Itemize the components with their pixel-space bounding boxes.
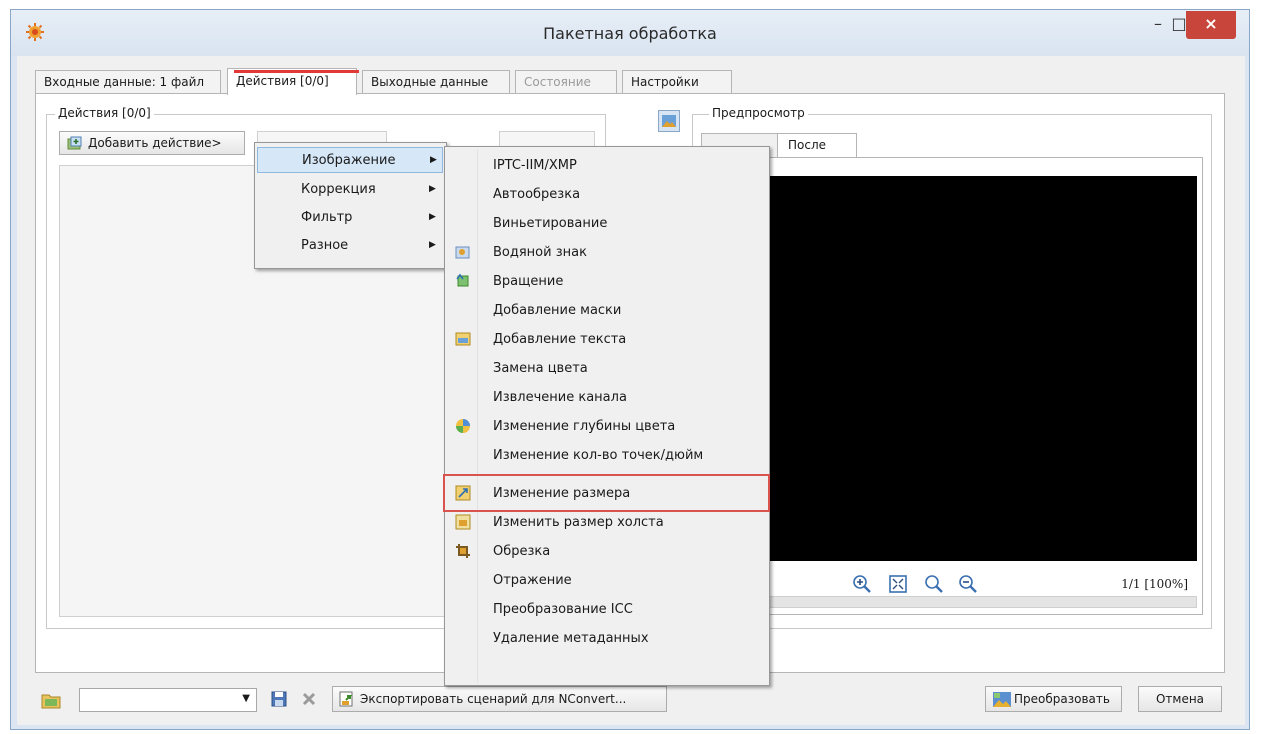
preview-image-icon [662, 115, 676, 127]
open-folder-icon[interactable] [41, 690, 61, 710]
menu-item-crop[interactable]: Обрезка [447, 537, 767, 566]
script-combo[interactable]: ▼ [79, 688, 257, 712]
menu-item-rotate[interactable]: Вращение [447, 267, 767, 296]
menu-item-label: Изменить размер холста [493, 515, 664, 530]
menu-item-label: Виньетирование [493, 216, 608, 231]
actions-group-label: Действия [0/0] [55, 106, 154, 120]
menu-item-label: Обрезка [493, 544, 551, 559]
tab-status[interactable]: Состояние [515, 70, 617, 94]
menu-item-label: Добавление маски [493, 303, 622, 318]
menu-item-extract-channel[interactable]: Извлечение канала [447, 383, 767, 412]
add-action-category-menu: Изображение ▶ Коррекция ▶ Фильтр ▶ Разно… [254, 142, 447, 269]
menu-item-label: Водяной знак [493, 245, 587, 260]
export-nconvert-button[interactable]: Экспортировать сценарий для NConvert... [332, 686, 667, 712]
cancel-button[interactable]: Отмена [1138, 686, 1222, 712]
preview-toggle-button[interactable] [658, 110, 680, 132]
delete-icon[interactable] [299, 689, 319, 709]
preview-group: Предпросмотр После 1/1 [100%] [692, 106, 1212, 629]
active-tab-annotation-underline [234, 70, 359, 73]
menu-item-add-mask[interactable]: Добавление маски [447, 296, 767, 325]
menu-item-dpi[interactable]: Изменение кол-во точек/дюйм [447, 441, 767, 470]
menu-item-label: Замена цвета [493, 361, 588, 376]
menu-item-label: Изменение глубины цвета [493, 419, 676, 434]
text-icon [455, 332, 471, 346]
menu-item-add-text[interactable]: Добавление текста [447, 325, 767, 354]
menu-item-canvas-size[interactable]: Изменить размер холста [447, 508, 767, 537]
bottom-bar: ▼ Экспортировать сценарий для NConvert..… [17, 681, 1245, 721]
fit-window-icon[interactable] [888, 574, 908, 594]
save-icon[interactable] [269, 689, 289, 709]
chevron-right-icon: ▶ [429, 240, 436, 250]
menu-item-label: Автообрезка [493, 187, 581, 202]
menu-item-label: Удаление метаданных [493, 631, 649, 646]
menu-item-label: Фильтр [301, 210, 353, 225]
menu-item-label: Преобразование ICC [493, 602, 633, 617]
tab-settings[interactable]: Настройки [622, 70, 732, 94]
menu-item-replace-color[interactable]: Замена цвета [447, 354, 767, 383]
convert-label: Преобразовать [1014, 692, 1110, 706]
menu-item-label: Коррекция [301, 182, 376, 197]
close-button[interactable]: × [1186, 11, 1236, 39]
minimize-button[interactable]: – [1147, 11, 1169, 39]
preview-group-label: Предпросмотр [709, 106, 808, 120]
menu-item-correction[interactable]: Коррекция ▶ [257, 177, 443, 203]
canvas-icon [455, 514, 471, 530]
menu-item-label: Вращение [493, 274, 564, 289]
rotate-icon [456, 273, 469, 287]
chevron-down-icon: ▼ [242, 693, 250, 704]
menu-item-label: Отражение [493, 573, 572, 588]
menu-item-mirror[interactable]: Отражение [447, 566, 767, 595]
menu-item-remove-metadata[interactable]: Удаление метаданных [447, 624, 767, 653]
menu-item-watermark[interactable]: Водяной знак [447, 238, 767, 267]
zoom-actual-icon[interactable] [924, 574, 944, 594]
preview-progress-bar [720, 596, 1197, 608]
add-action-icon [67, 136, 82, 150]
window-title: Пакетная обработка [543, 24, 717, 43]
menu-item-label: Изменение кол-во точек/дюйм [493, 448, 704, 463]
menu-item-misc[interactable]: Разное ▶ [257, 233, 443, 259]
convert-button[interactable]: Преобразовать [985, 686, 1122, 712]
tab-output-data[interactable]: Выходные данные [362, 70, 510, 94]
add-action-button[interactable]: Добавить действие> [59, 131, 245, 155]
crop-icon [456, 544, 470, 558]
chevron-right-icon: ▶ [429, 212, 436, 222]
title-bar[interactable]: Пакетная обработка – □ × [11, 10, 1249, 56]
convert-icon [993, 692, 1011, 707]
watermark-icon [455, 246, 470, 259]
menu-item-label: Изображение [302, 153, 396, 168]
menu-item-label: Разное [301, 238, 349, 253]
image-actions-menu: IPTC-IIM/XMP Автообрезка Виньетирование … [444, 146, 770, 686]
menu-item-iptc[interactable]: IPTC-IIM/XMP [447, 151, 767, 180]
add-action-label: Добавить действие> [88, 136, 222, 150]
chevron-right-icon: ▶ [430, 155, 437, 165]
tab-input-data[interactable]: Входные данные: 1 файл [35, 70, 221, 94]
preview-frame: 1/1 [100%] [701, 157, 1203, 615]
color-depth-icon [456, 419, 470, 433]
menu-item-icc[interactable]: Преобразование ICC [447, 595, 767, 624]
menu-item-image[interactable]: Изображение ▶ [257, 147, 443, 173]
zoom-out-icon[interactable] [958, 574, 978, 594]
menu-item-color-depth[interactable]: Изменение глубины цвета [447, 412, 767, 441]
export-nconvert-label: Экспортировать сценарий для NConvert... [360, 692, 627, 706]
menu-item-label: Извлечение канала [493, 390, 627, 405]
resize-annotation-box [443, 474, 770, 512]
chevron-right-icon: ▶ [429, 184, 436, 194]
menu-item-vignetting[interactable]: Виньетирование [447, 209, 767, 238]
export-script-icon [339, 691, 353, 707]
page-zoom-status: 1/1 [100%] [1121, 577, 1188, 591]
preview-tab-after[interactable]: После [777, 133, 857, 157]
menu-item-autocrop[interactable]: Автообрезка [447, 180, 767, 209]
menu-item-label: Добавление текста [493, 332, 627, 347]
menu-item-label: IPTC-IIM/XMP [493, 158, 577, 173]
menu-item-filter[interactable]: Фильтр ▶ [257, 205, 443, 231]
preview-image [720, 176, 1197, 561]
zoom-in-icon[interactable] [852, 574, 872, 594]
